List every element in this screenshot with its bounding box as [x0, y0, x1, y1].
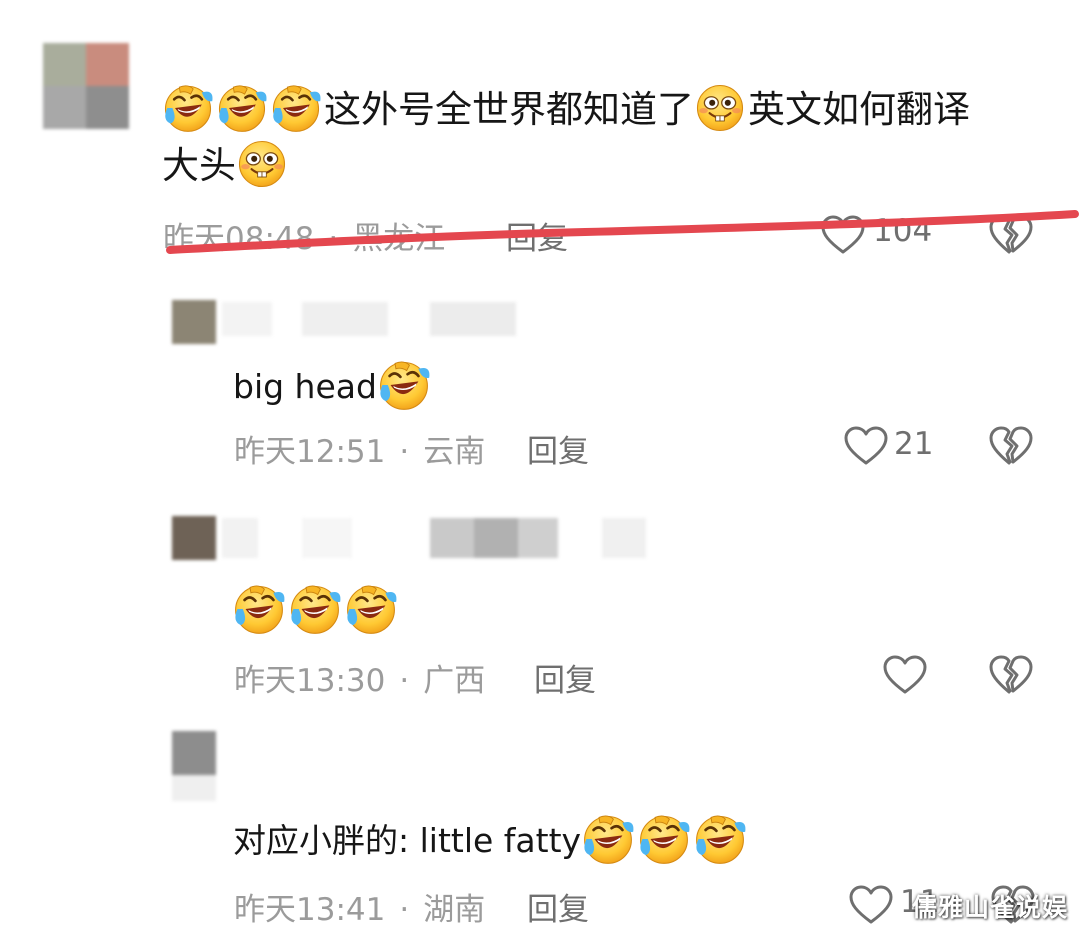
reply-time: 昨天12:51 — [234, 434, 386, 470]
reply-time: 昨天13:30 — [234, 663, 386, 699]
reply-meta: 昨天12:51 · 云南 — [234, 426, 485, 471]
reply-button[interactable]: 回复 — [527, 426, 589, 471]
reply-button[interactable]: 回复 — [534, 655, 596, 700]
comment-text-part2: 英文如何翻译 — [748, 88, 970, 131]
avatar[interactable] — [43, 43, 129, 129]
reply-location: 湖南 — [423, 892, 486, 928]
reply-text: big head — [233, 358, 433, 412]
grin-teeth-icon — [236, 138, 288, 190]
comment-text-part1: 这外号全世界都知道了 — [324, 88, 694, 131]
broken-heart-icon[interactable] — [988, 425, 1034, 467]
comment-text-part3: 大头 — [162, 144, 236, 187]
heart-icon[interactable] — [843, 425, 889, 467]
strike-annotation — [166, 210, 1079, 254]
reply-text-content: 对应小胖的: little fatty — [233, 821, 582, 860]
laugh-cry-icon — [693, 812, 747, 866]
separator-dot: · — [399, 663, 410, 699]
avatar[interactable] — [172, 300, 216, 344]
reply-text-content: big head — [233, 367, 377, 406]
reply-button[interactable]: 回复 — [527, 884, 589, 929]
like-count: 21 — [894, 426, 934, 462]
laugh-cry-icon — [270, 82, 322, 134]
reply-time: 昨天13:41 — [234, 892, 386, 928]
heart-icon[interactable] — [848, 884, 894, 926]
grin-teeth-icon — [694, 82, 746, 134]
laugh-cry-icon — [637, 812, 691, 866]
laugh-cry-icon — [162, 82, 214, 134]
laugh-cry-icon — [581, 812, 635, 866]
separator-dot: · — [399, 892, 410, 928]
comment-text: 这外号全世界都知道了 英文如何翻译大头 — [162, 82, 1042, 194]
username[interactable] — [222, 302, 516, 338]
laugh-cry-icon — [232, 582, 286, 636]
separator-dot: · — [399, 434, 410, 470]
reply-text — [232, 582, 400, 636]
laugh-cry-icon — [377, 358, 431, 412]
avatar[interactable] — [172, 516, 216, 560]
laugh-cry-icon — [288, 582, 342, 636]
avatar[interactable] — [172, 731, 216, 801]
laugh-cry-icon — [216, 82, 268, 134]
heart-icon[interactable] — [882, 654, 928, 696]
reply-meta: 昨天13:30 · 广西 — [234, 655, 485, 700]
broken-heart-icon[interactable] — [988, 654, 1034, 696]
reply-text: 对应小胖的: little fatty — [233, 812, 749, 866]
laugh-cry-icon — [344, 582, 398, 636]
watermark: 儒雅山雀说娱 — [911, 893, 1068, 922]
reply-location: 广西 — [423, 663, 486, 699]
username[interactable] — [222, 518, 646, 560]
reply-location: 云南 — [423, 434, 486, 470]
reply-meta: 昨天13:41 · 湖南 — [234, 884, 485, 929]
